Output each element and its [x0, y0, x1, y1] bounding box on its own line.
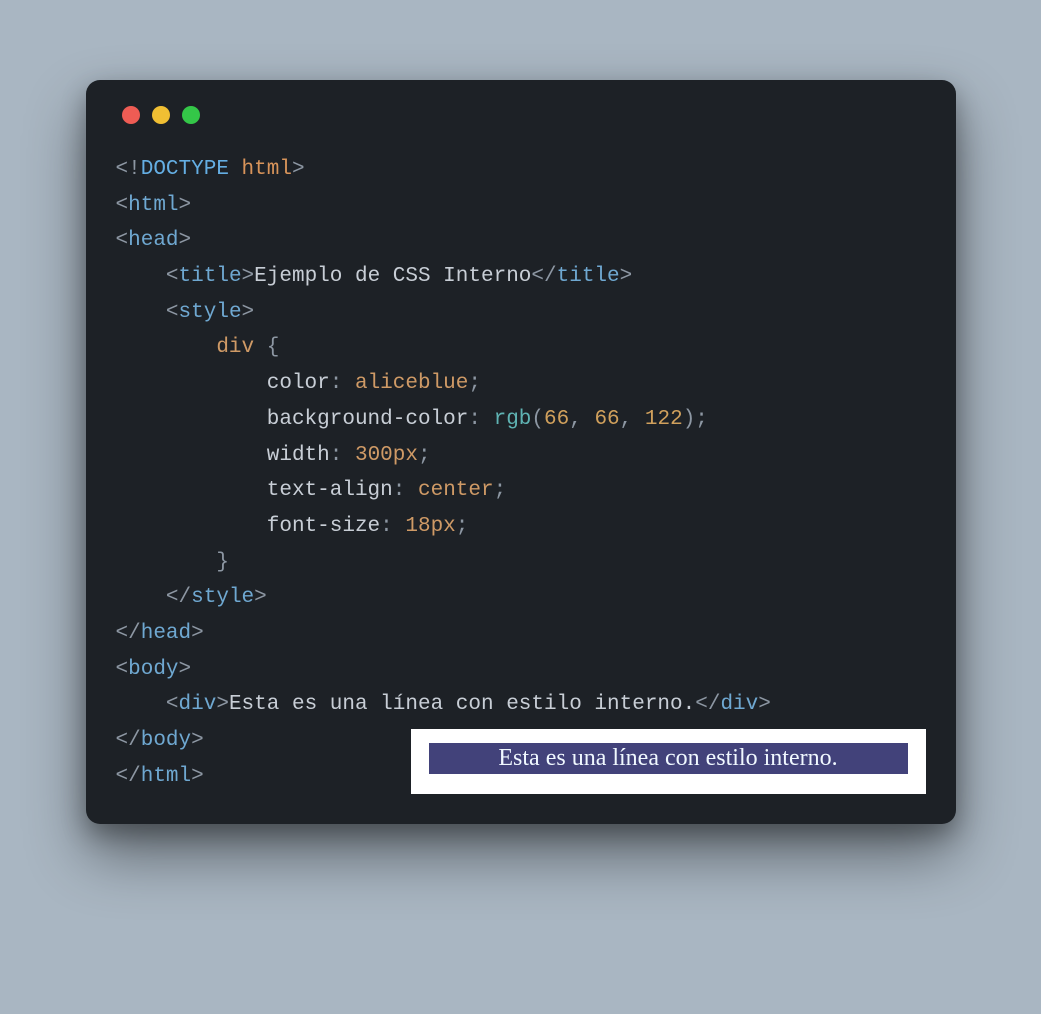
token-html-attr: html [242, 158, 292, 181]
token-val-width: 300px [355, 444, 418, 467]
token-doctype: DOCTYPE [141, 158, 229, 181]
token-val-color: aliceblue [355, 372, 468, 395]
token-brace-open: { [267, 336, 280, 359]
maximize-icon[interactable] [182, 106, 200, 124]
token-tag-style-close: style [191, 586, 254, 609]
token-prop-color: color [267, 372, 330, 395]
minimize-icon[interactable] [152, 106, 170, 124]
token-prop-font: font-size [267, 515, 380, 538]
token-prop-bg: background-color [267, 408, 469, 431]
preview-styled-div: Esta es una línea con estilo interno. [429, 743, 908, 774]
token-num-b: 122 [645, 408, 683, 431]
token-prop-align: text-align [267, 479, 393, 502]
token-title-text: Ejemplo de CSS Interno [254, 265, 531, 288]
token-tag-div-open: div [179, 693, 217, 716]
token-val-align: center [418, 479, 494, 502]
code-block[interactable]: <!DOCTYPE html> <html> <head> <title>Eje… [116, 152, 926, 794]
token-tag-html-close: html [141, 765, 191, 788]
render-preview: Esta es una línea con estilo interno. [411, 729, 926, 794]
window-traffic-lights [116, 106, 926, 124]
token-tag-title-open: title [179, 265, 242, 288]
token-num-g: 66 [594, 408, 619, 431]
token-val-font: 18px [405, 515, 455, 538]
token-tag-body-close: body [141, 729, 191, 752]
token-tag-head-close: head [141, 622, 191, 645]
token-prop-width: width [267, 444, 330, 467]
token-selector: div [216, 336, 254, 359]
token-tag-title-close: title [557, 265, 620, 288]
token-func-rgb: rgb [494, 408, 532, 431]
token-div-text: Esta es una línea con estilo interno. [229, 693, 695, 716]
token-brace-close: } [216, 551, 229, 574]
close-icon[interactable] [122, 106, 140, 124]
token-num-r: 66 [544, 408, 569, 431]
token-tag-style-open: style [179, 301, 242, 324]
token-tag-html-open: html [128, 194, 178, 217]
token-tag-div-close: div [720, 693, 758, 716]
token-tag-head-open: head [128, 229, 178, 252]
code-window: <!DOCTYPE html> <html> <head> <title>Eje… [86, 80, 956, 824]
token-tag-body-open: body [128, 658, 178, 681]
